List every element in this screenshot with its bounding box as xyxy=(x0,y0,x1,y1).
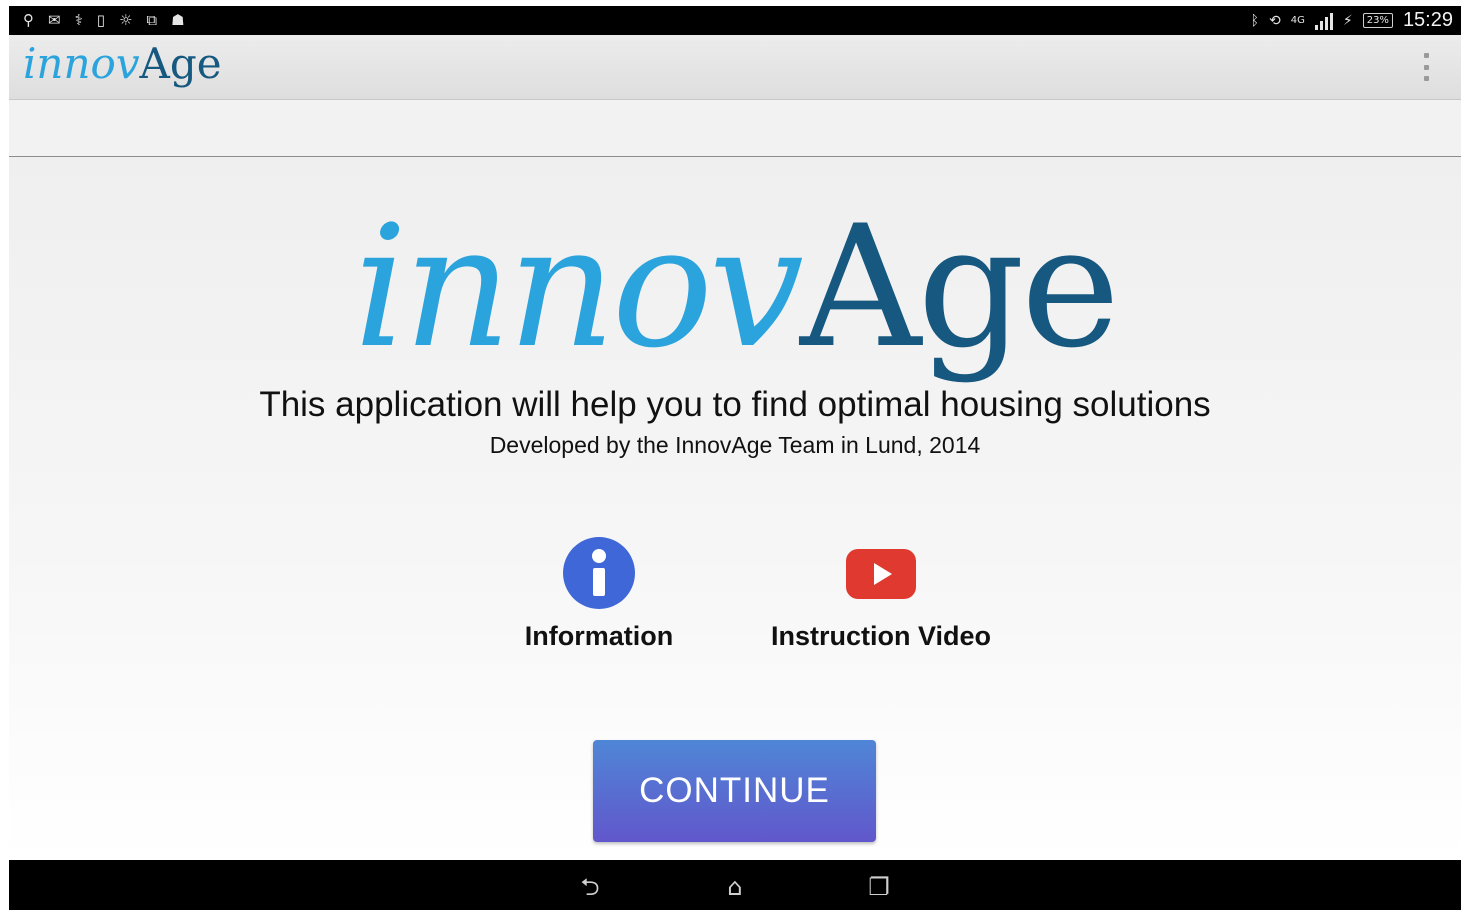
navigation-bar: ⮌ ⌂ ❐ xyxy=(9,860,1461,910)
back-icon[interactable]: ⮌ xyxy=(570,872,610,902)
information-button[interactable]: Information xyxy=(499,537,699,653)
notification-icons: ⚲ ✉ ⚕ ▯ ☼ ⧉ ☗ xyxy=(23,9,185,31)
home-icon[interactable]: ⌂ xyxy=(715,872,755,902)
bulb-icon: ☼ xyxy=(118,11,133,29)
usb-debug-icon: ⚕ xyxy=(74,11,83,29)
overflow-menu-icon[interactable] xyxy=(1421,53,1431,81)
hero-logo-part2: Age xyxy=(799,189,1120,385)
network-type: 4G xyxy=(1290,14,1305,26)
bluetooth-icon: ᛒ xyxy=(1250,12,1259,29)
instruction-video-button[interactable]: Instruction Video xyxy=(751,537,1011,653)
system-icons: ᛒ ⟲ 4G ⚡ 23% 15:29 xyxy=(1251,8,1453,33)
rotation-lock-icon: ⟲ xyxy=(1269,12,1281,29)
instruction-video-label: Instruction Video xyxy=(770,621,992,651)
sync-icon: ⧉ xyxy=(146,11,158,29)
status-bar: ⚲ ✉ ⚕ ▯ ☼ ⧉ ☗ ᛒ ⟲ 4G ⚡ 23% 15:29 xyxy=(9,6,1461,35)
credits-text: Developed by the InnovAge Team in Lund, … xyxy=(489,432,981,458)
information-label: Information xyxy=(524,621,674,651)
usb-icon: ⚲ xyxy=(23,11,34,29)
recent-apps-icon[interactable]: ❐ xyxy=(859,872,899,902)
device-screen: ⚲ ✉ ⚕ ▯ ☼ ⧉ ☗ ᛒ ⟲ 4G ⚡ 23% 15:29 innovAg… xyxy=(9,6,1461,910)
app-logo-part1: innov xyxy=(23,39,140,88)
charging-icon: ⚡ xyxy=(1342,12,1353,29)
battery-indicator: 23% xyxy=(1362,13,1393,28)
android-icon: ☗ xyxy=(171,11,185,29)
play-video-icon xyxy=(846,549,916,599)
continue-button[interactable]: CONTINUE xyxy=(593,740,876,842)
screenshot-icon: ▯ xyxy=(96,11,105,29)
clock: 15:29 xyxy=(1402,9,1453,31)
app-logo-part2: Age xyxy=(139,39,222,88)
main-content: innovAge This application will help you … xyxy=(9,157,1461,860)
headline: This application will help you to find o… xyxy=(259,385,1211,424)
app-logo: innovAge xyxy=(23,37,222,91)
hero-logo-part1: innov xyxy=(353,189,804,385)
gmail-icon: ✉ xyxy=(48,11,61,29)
info-icon xyxy=(563,537,635,609)
action-bar: innovAge xyxy=(9,35,1461,100)
hero-logo: innovAge xyxy=(9,192,1461,382)
tab-strip xyxy=(9,100,1461,157)
signal-strength-icon xyxy=(1314,12,1333,30)
